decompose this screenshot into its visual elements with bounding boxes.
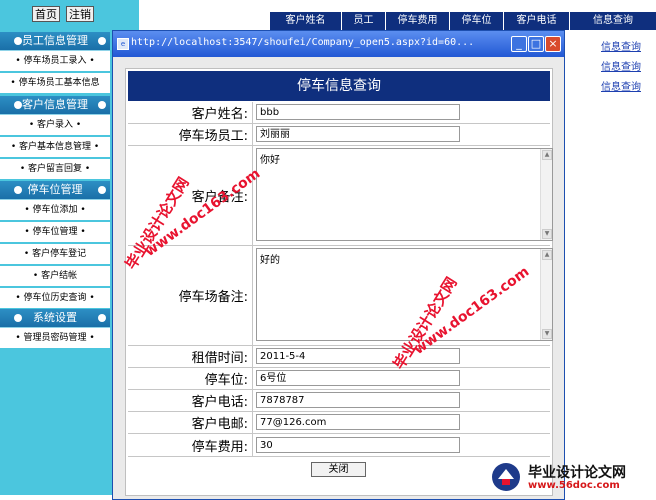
bullet-icon	[14, 101, 22, 109]
scroll-up-icon[interactable]: ▲	[542, 250, 552, 260]
home-button[interactable]: 首页	[32, 6, 60, 22]
bullet-icon	[14, 186, 22, 194]
col-fee: 停车费用	[386, 12, 450, 30]
menu-item-parking-register[interactable]: • 客户停车登记	[0, 244, 110, 266]
textarea-scrollbar[interactable]: ▲ ▼	[540, 149, 552, 240]
row-email: 客户电邮: 77@126.com	[128, 412, 550, 434]
menu-item-admin-password[interactable]: • 管理员密码管理 •	[0, 328, 110, 350]
fee-field[interactable]: 30	[256, 437, 460, 453]
label-email: 客户电邮:	[128, 412, 253, 433]
scroll-down-icon[interactable]: ▼	[542, 229, 552, 239]
query-link[interactable]: 信息查询	[601, 78, 641, 93]
col-query: 信息查询	[593, 15, 633, 26]
menu-item-slot-history[interactable]: • 停车位历史查询 •	[0, 288, 110, 310]
email-field[interactable]: 77@126.com	[256, 414, 460, 430]
row-slot: 停车位: 6号位	[128, 368, 550, 390]
menu-item-checkout[interactable]: • 客户结帐	[0, 266, 110, 288]
row-staff: 停车场员工: 刘丽丽	[128, 124, 550, 146]
label-lot-note: 停车场备注:	[128, 246, 253, 345]
lot-note-text: 好的	[260, 255, 280, 266]
bullet-icon	[14, 37, 22, 45]
row-fee: 停车费用: 30	[128, 434, 550, 457]
site-logo: 毕业设计论文网 www.56doc.com	[488, 460, 654, 494]
logout-button[interactable]: 注销	[66, 6, 94, 22]
menu-header-label: 客户信息管理	[22, 98, 88, 111]
col-phone: 客户电话	[504, 12, 570, 30]
row-customer-name: 客户姓名: bbb	[128, 102, 550, 124]
popup-titlebar[interactable]: e http://localhost:3547/shoufei/Company_…	[113, 31, 564, 57]
menu-item-customer-entry[interactable]: • 客户录入 •	[0, 115, 110, 137]
row-customer-note: 客户备注: 你好 ▲ ▼	[128, 146, 553, 246]
customer-name-field[interactable]: bbb	[256, 104, 460, 120]
menu-parking: 停车位管理 • 停车位添加 • • 停车位管理 • • 客户停车登记 • 客户结…	[0, 181, 110, 310]
logo-url: www.56doc.com	[528, 480, 620, 491]
table-header: 客户姓名 员工 停车费用 停车位 客户电话 信息查询	[270, 12, 656, 30]
maximize-button[interactable]: □	[528, 36, 544, 52]
row-rent-time: 租借时间: 2011-5-4	[128, 346, 550, 368]
menu-item-customer-reply[interactable]: • 客户留言回复 •	[0, 159, 110, 181]
slot-field[interactable]: 6号位	[256, 370, 460, 386]
query-link[interactable]: 信息查询	[601, 38, 641, 53]
logo-text: 毕业设计论文网	[528, 465, 626, 481]
menu-item-customer-info[interactable]: • 客户基本信息管理 •	[0, 137, 110, 159]
bullet-icon	[98, 314, 106, 322]
phone-field[interactable]: 7878787	[256, 392, 460, 408]
popup-title: http://localhost:3547/shoufei/Company_op…	[131, 37, 475, 48]
menu-item-staff-info[interactable]: • 停车场员工基本信息	[0, 73, 110, 95]
label-rent-time: 租借时间:	[128, 346, 253, 367]
customer-note-textarea[interactable]: 你好 ▲ ▼	[256, 148, 553, 241]
label-staff: 停车场员工:	[128, 124, 253, 145]
label-customer-name: 客户姓名:	[128, 102, 253, 123]
menu-header-label: 员工信息管理	[22, 34, 88, 47]
col-customer-name: 客户姓名	[270, 12, 342, 30]
menu-system: 系统设置 • 管理员密码管理 •	[0, 309, 110, 350]
col-slot: 停车位	[450, 12, 504, 30]
lot-note-textarea[interactable]: 好的 ▲ ▼	[256, 248, 553, 341]
staff-field[interactable]: 刘丽丽	[256, 126, 460, 142]
minimize-button[interactable]: _	[511, 36, 527, 52]
menu-header-system[interactable]: 系统设置	[0, 309, 110, 328]
popup-content: 停车信息查询 客户姓名: bbb 停车场员工: 刘丽丽 客户备注: 你好 ▲ ▼…	[125, 68, 553, 496]
scroll-down-icon[interactable]: ▼	[542, 329, 552, 339]
bullet-icon	[98, 186, 106, 194]
bullet-icon	[98, 37, 106, 45]
scroll-up-icon[interactable]: ▲	[542, 150, 552, 160]
query-link[interactable]: 信息查询	[601, 58, 641, 73]
close-button[interactable]: 关闭	[311, 462, 366, 477]
menu-header-label: 停车位管理	[27, 183, 83, 196]
menu-item-slot-add[interactable]: • 停车位添加 •	[0, 200, 110, 222]
col-staff: 员工	[342, 12, 386, 30]
form-title: 停车信息查询	[128, 71, 550, 101]
parking-list-table: 客户姓名 员工 停车费用 停车位 客户电话 信息查询	[270, 12, 656, 30]
textarea-scrollbar[interactable]: ▲ ▼	[540, 249, 552, 340]
popup-window: e http://localhost:3547/shoufei/Company_…	[112, 30, 565, 500]
menu-customer: 客户信息管理 • 客户录入 • • 客户基本信息管理 • • 客户留言回复 •	[0, 96, 110, 181]
label-slot: 停车位:	[128, 368, 253, 389]
menu-header-customer[interactable]: 客户信息管理	[0, 96, 110, 115]
close-window-button[interactable]: ×	[545, 36, 561, 52]
logo-icon	[492, 463, 520, 491]
menu-header-parking[interactable]: 停车位管理	[0, 181, 110, 200]
menu-staff: 员工信息管理 • 停车场员工录入 • • 停车场员工基本信息	[0, 32, 110, 95]
row-phone: 客户电话: 7878787	[128, 390, 550, 412]
menu-header-label: 系统设置	[33, 311, 77, 324]
top-buttons: 首页 注销	[0, 0, 139, 28]
menu-item-slot-manage[interactable]: • 停车位管理 •	[0, 222, 110, 244]
menu-item-staff-entry[interactable]: • 停车场员工录入 •	[0, 51, 110, 73]
label-phone: 客户电话:	[128, 390, 253, 411]
bullet-icon	[98, 101, 106, 109]
ie-page-icon: e	[117, 38, 129, 50]
label-fee: 停车费用:	[128, 434, 253, 456]
customer-note-text: 你好	[260, 155, 280, 166]
menu-header-staff[interactable]: 员工信息管理	[0, 32, 110, 51]
bullet-icon	[14, 314, 22, 322]
